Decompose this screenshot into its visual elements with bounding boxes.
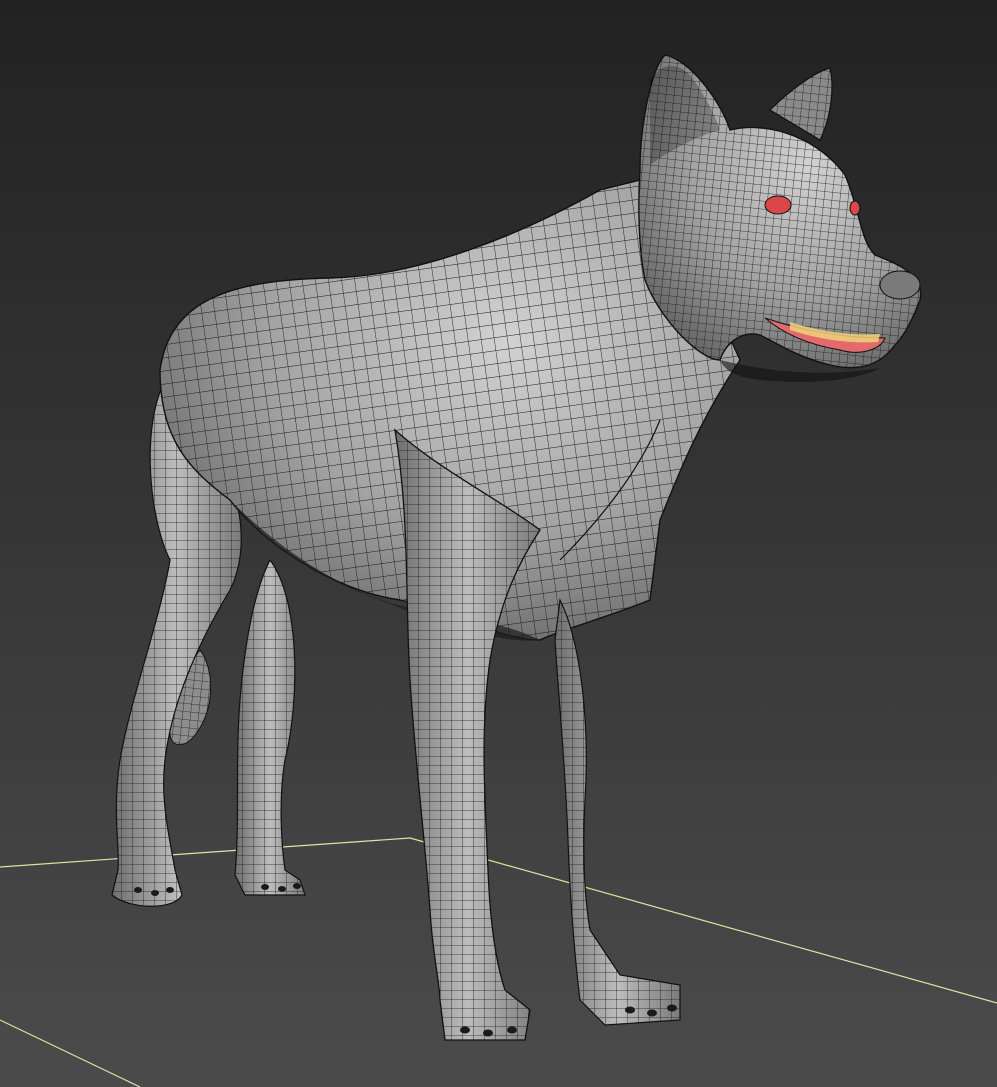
3d-viewport[interactable] — [0, 0, 997, 1087]
eye-far — [849, 200, 861, 216]
viewport-canvas[interactable] — [0, 0, 997, 1087]
eye-near — [764, 195, 792, 215]
